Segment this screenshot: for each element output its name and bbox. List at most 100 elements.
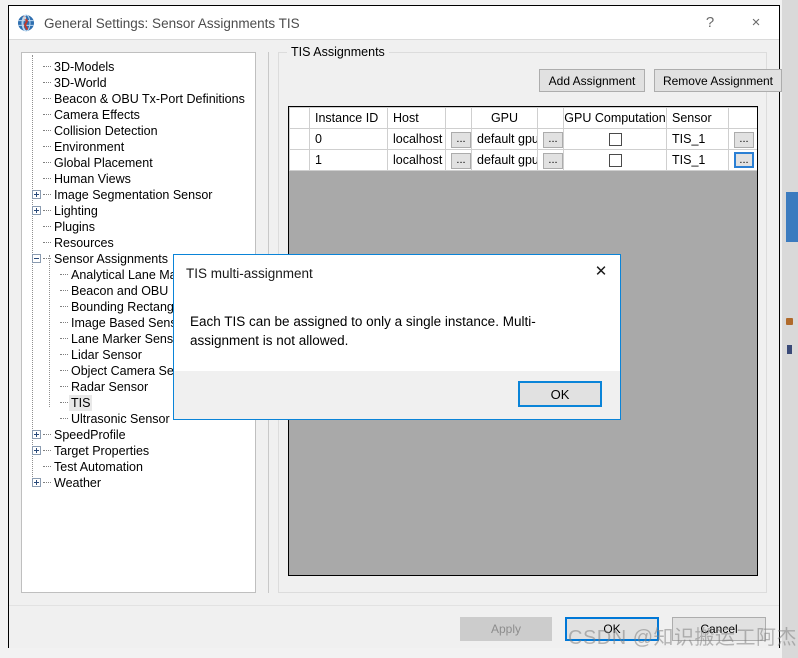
tree-item-beacon-obu-tx-port-definitions[interactable]: Beacon & OBU Tx-Port Definitions (26, 91, 255, 107)
sensor-browse-button-cell[interactable]: ... (728, 128, 757, 150)
gpu-browse-button[interactable]: ... (543, 131, 563, 148)
tree-connector (43, 162, 51, 164)
tree-connector (60, 354, 68, 356)
tree-connector (43, 82, 51, 84)
cell-sensor: TIS_1 (666, 128, 729, 150)
tis-multi-assignment-dialog: TIS multi-assignment ✕ Each TIS can be a… (173, 254, 621, 420)
col-sensor: Sensor (666, 107, 729, 129)
table-header-row: Instance ID Host GPU GPU Computation Sen… (289, 107, 757, 129)
expand-icon[interactable] (32, 430, 41, 439)
add-assignment-button[interactable]: Add Assignment (539, 69, 645, 92)
tree-item-target-properties[interactable]: Target Properties (26, 443, 255, 459)
tree-item-camera-effects[interactable]: Camera Effects (26, 107, 255, 123)
tree-item-weather[interactable]: Weather (26, 475, 255, 491)
cell-gpu: default gpu (471, 149, 538, 171)
tree-item-3d-models[interactable]: 3D-Models (26, 59, 255, 75)
gpu-browse-button-cell[interactable]: ... (537, 128, 564, 150)
row-selector-cell[interactable] (289, 149, 310, 171)
collapse-icon[interactable] (32, 254, 41, 263)
gpu-browse-button[interactable]: ... (543, 152, 563, 169)
tree-connector (43, 130, 51, 132)
gpu-computation-checkbox[interactable] (608, 133, 622, 147)
col-gpu-browse (537, 107, 564, 129)
tree-item-speedprofile[interactable]: SpeedProfile (26, 427, 255, 443)
tree-item-label: Camera Effects (54, 108, 140, 122)
gpu-browse-button-cell[interactable]: ... (537, 149, 564, 171)
tree-connector (43, 178, 51, 180)
dialog-title: TIS multi-assignment (186, 266, 313, 281)
cell-host: localhost (387, 128, 446, 150)
remove-assignment-button[interactable]: Remove Assignment (654, 69, 782, 92)
help-button[interactable]: ? (687, 6, 733, 39)
dialog-ok-button[interactable]: OK (518, 381, 602, 407)
cell-gpu-computation[interactable] (563, 149, 667, 171)
close-icon[interactable]: × (733, 6, 779, 39)
tree-item-label: SpeedProfile (54, 428, 126, 442)
sensor-browse-button-cell[interactable]: ... (728, 149, 757, 171)
apply-button[interactable]: Apply (460, 617, 552, 641)
tree-item-global-placement[interactable]: Global Placement (26, 155, 255, 171)
tree-item-lighting[interactable]: Lighting (26, 203, 255, 219)
tree-item-human-views[interactable]: Human Views (26, 171, 255, 187)
host-browse-button-cell[interactable]: ... (445, 128, 472, 150)
sensor-browse-button[interactable]: ... (734, 131, 754, 148)
expand-icon[interactable] (32, 206, 41, 215)
tree-item-3d-world[interactable]: 3D-World (26, 75, 255, 91)
tree-item-image-segmentation-sensor[interactable]: Image Segmentation Sensor (26, 187, 255, 203)
tree-connector (43, 226, 51, 228)
gpu-computation-checkbox[interactable] (608, 154, 622, 168)
tree-item-resources[interactable]: Resources (26, 235, 255, 251)
host-browse-button[interactable]: ... (451, 152, 471, 169)
col-sensor-browse (728, 107, 757, 129)
dialog-message: Each TIS can be assigned to only a singl… (190, 314, 536, 348)
cell-gpu: default gpu (471, 128, 538, 150)
cancel-button[interactable]: Cancel (672, 617, 766, 641)
tree-connector (43, 450, 51, 452)
tree-item-label: Lidar Sensor (71, 348, 142, 362)
tree-connector (60, 418, 68, 420)
ok-button[interactable]: OK (565, 617, 659, 641)
background-marker-1 (786, 318, 793, 325)
host-browse-button[interactable]: ... (451, 131, 471, 148)
tree-connector (43, 210, 51, 212)
col-gpu-computation: GPU Computation (563, 107, 667, 129)
tree-connector (60, 402, 68, 404)
tree-item-environment[interactable]: Environment (26, 139, 255, 155)
tree-connector (43, 98, 51, 100)
tree-item-plugins[interactable]: Plugins (26, 219, 255, 235)
table-body[interactable]: 0 localhost... default gpu... TIS_1... 1 loca… (289, 128, 757, 171)
tree-item-label: Image Based Sensor (71, 316, 188, 330)
tree-item-test-automation[interactable]: Test Automation (26, 459, 255, 475)
host-browse-button-cell[interactable]: ... (445, 149, 472, 171)
globe-icon (17, 14, 35, 32)
tree-connector (43, 466, 51, 468)
tree-connector (43, 434, 51, 436)
tree-item-collision-detection[interactable]: Collision Detection (26, 123, 255, 139)
tree-item-label: Image Segmentation Sensor (54, 188, 213, 202)
tree-item-label: Global Placement (54, 156, 153, 170)
dialog-close-icon[interactable]: ✕ (586, 258, 616, 284)
tree-connector (43, 258, 51, 260)
expand-icon[interactable] (32, 190, 41, 199)
expand-icon[interactable] (32, 478, 41, 487)
tree-connector (60, 274, 68, 276)
row-selector-cell[interactable] (289, 128, 310, 150)
assignments-table[interactable]: Instance ID Host GPU GPU Computation Sen… (289, 107, 757, 171)
table-row[interactable]: 0 localhost... default gpu... TIS_1... (289, 128, 757, 150)
window-titlebar: General Settings: Sensor Assignments TIS… (9, 6, 779, 40)
col-select (289, 107, 310, 129)
tree-item-label: Radar Sensor (71, 380, 149, 394)
tree-item-label: Environment (54, 140, 125, 154)
tree-item-label: Beacon & OBU Tx-Port Definitions (54, 92, 245, 106)
tree-item-label: 3D-Models (54, 60, 115, 74)
expand-icon[interactable] (32, 446, 41, 455)
tree-item-label: Human Views (54, 172, 131, 186)
tree-item-label: Lighting (54, 204, 98, 218)
table-row[interactable]: 1 localhost... default gpu... TIS_1... (289, 149, 757, 171)
background-blue-accent (786, 192, 798, 242)
tree-item-label: Sensor Assignments (54, 252, 168, 266)
tree-connector (60, 322, 68, 324)
tree-item-label: Target Properties (54, 444, 150, 458)
cell-gpu-computation[interactable] (563, 128, 667, 150)
sensor-browse-button[interactable]: ... (734, 152, 754, 168)
